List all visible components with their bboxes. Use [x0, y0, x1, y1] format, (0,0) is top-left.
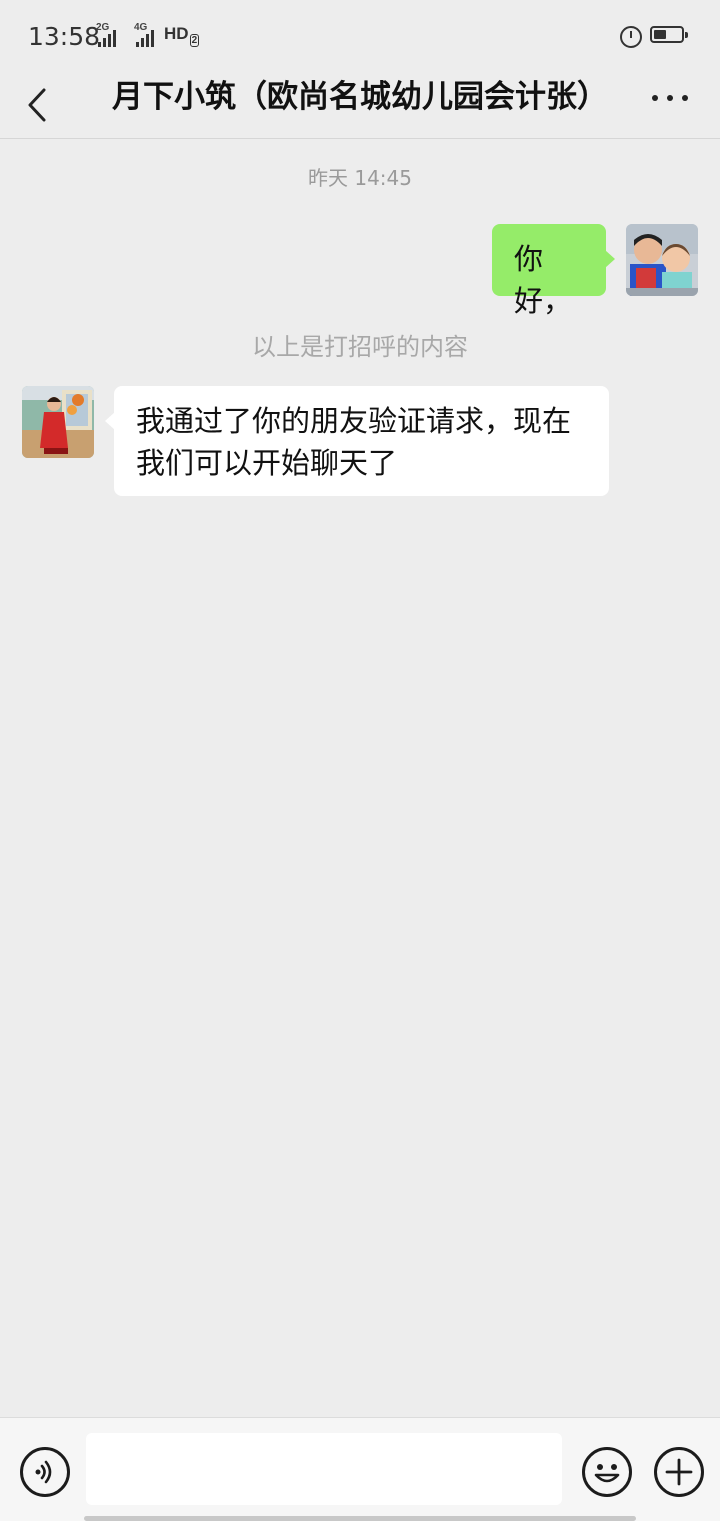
chevron-left-icon[interactable]	[24, 80, 64, 130]
alarm-icon	[620, 26, 642, 48]
my-avatar[interactable]	[626, 224, 698, 296]
hd-voice-icon: HD 2	[164, 24, 200, 48]
plus-icon[interactable]	[654, 1447, 704, 1497]
chat-header: 月下小筑（欧尚名城幼儿园会计张）	[0, 72, 720, 139]
status-bar: 13:58 2G 4G HD 2	[0, 0, 720, 72]
system-notice: 以上是打招呼的内容	[252, 333, 468, 361]
chat-title: 月下小筑（欧尚名城幼儿园会计张）	[112, 79, 608, 115]
battery-icon	[650, 26, 688, 43]
voice-icon[interactable]	[20, 1447, 70, 1497]
contact-avatar[interactable]	[22, 386, 94, 458]
emoji-icon[interactable]	[582, 1447, 632, 1497]
input-bar	[0, 1417, 720, 1521]
incoming-message-bubble[interactable]: 我通过了你的朋友验证请求，现在我们可以开始聊天了	[105, 386, 609, 496]
message-input[interactable]	[86, 1433, 562, 1505]
outgoing-message-bubble[interactable]: 你好，	[492, 224, 615, 318]
message-timestamp: 昨天 14:45	[308, 166, 412, 190]
home-indicator[interactable]	[84, 1516, 636, 1521]
status-time: 13:58	[28, 22, 101, 51]
more-horizontal-icon[interactable]	[648, 86, 692, 110]
